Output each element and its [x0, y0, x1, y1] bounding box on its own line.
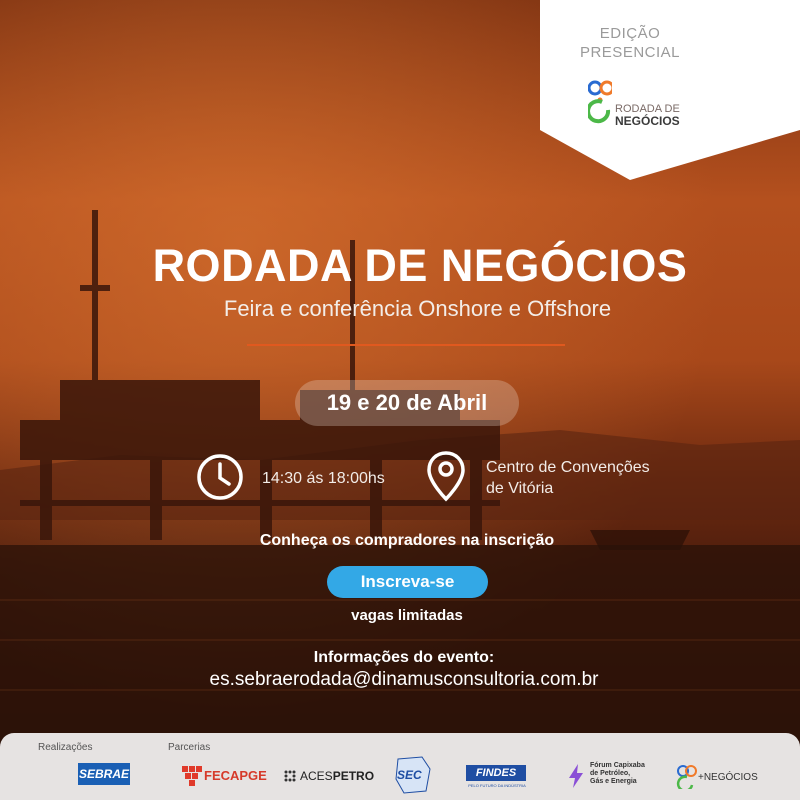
sec-logo: SEC: [397, 768, 422, 782]
title-divider: [247, 344, 565, 346]
event-location: Centro de Convenções de Vitória: [486, 459, 650, 497]
event-info-email[interactable]: es.sebraerodada@dinamusconsultoria.com.b…: [0, 669, 800, 691]
parcerias-label: Parcerias: [168, 742, 211, 753]
acespetro-icon: [284, 770, 296, 782]
findes-tagline: PELO FUTURO DA INDÚSTRIA: [468, 783, 526, 788]
realizacoes-label: Realizações: [38, 742, 93, 753]
clock-icon: [197, 454, 243, 500]
edition-badge-label: EDIÇÃO PRESENCIAL: [579, 25, 681, 61]
limited-spots-note: vagas limitadas: [351, 607, 463, 624]
page-subtitle: Feira e conferência Onshore e Offshore: [223, 296, 612, 321]
page-title: RODADA DE NEGÓCIOS: [152, 240, 688, 291]
sponsors-footer: Realizações Parcerias SEBRAE FECAPGE ACE…: [0, 733, 800, 800]
signup-button[interactable]: Inscreva-se: [327, 566, 488, 598]
mais-negocios-logo: +NEGÓCIOS: [698, 772, 758, 783]
sebrae-logo: SEBRAE: [78, 763, 130, 785]
forum-logo: Fórum Capixaba de Petróleo, Gás e Energi…: [590, 762, 645, 785]
rodada-logo-icon: [588, 80, 612, 124]
buyers-notice: Conheça os compradores na inscrição: [259, 532, 555, 549]
location-pin-icon: [427, 451, 465, 502]
fecapge-logo: FECAPGE: [204, 768, 267, 783]
forum-bolt-icon: [569, 764, 583, 788]
findes-logo: FINDES: [466, 765, 526, 781]
event-time: 14:30 ás 18:00hs: [262, 470, 385, 487]
fecapge-icon: [182, 766, 202, 786]
event-date-badge: 19 e 20 de Abril: [295, 380, 519, 426]
mais-negocios-icon: [676, 765, 697, 789]
event-info-label: Informações do evento:: [313, 649, 495, 666]
acespetro-logo: ACESPETRO: [300, 769, 375, 783]
rodada-logo-text: RODADA DE NEGÓCIOS: [615, 103, 680, 128]
